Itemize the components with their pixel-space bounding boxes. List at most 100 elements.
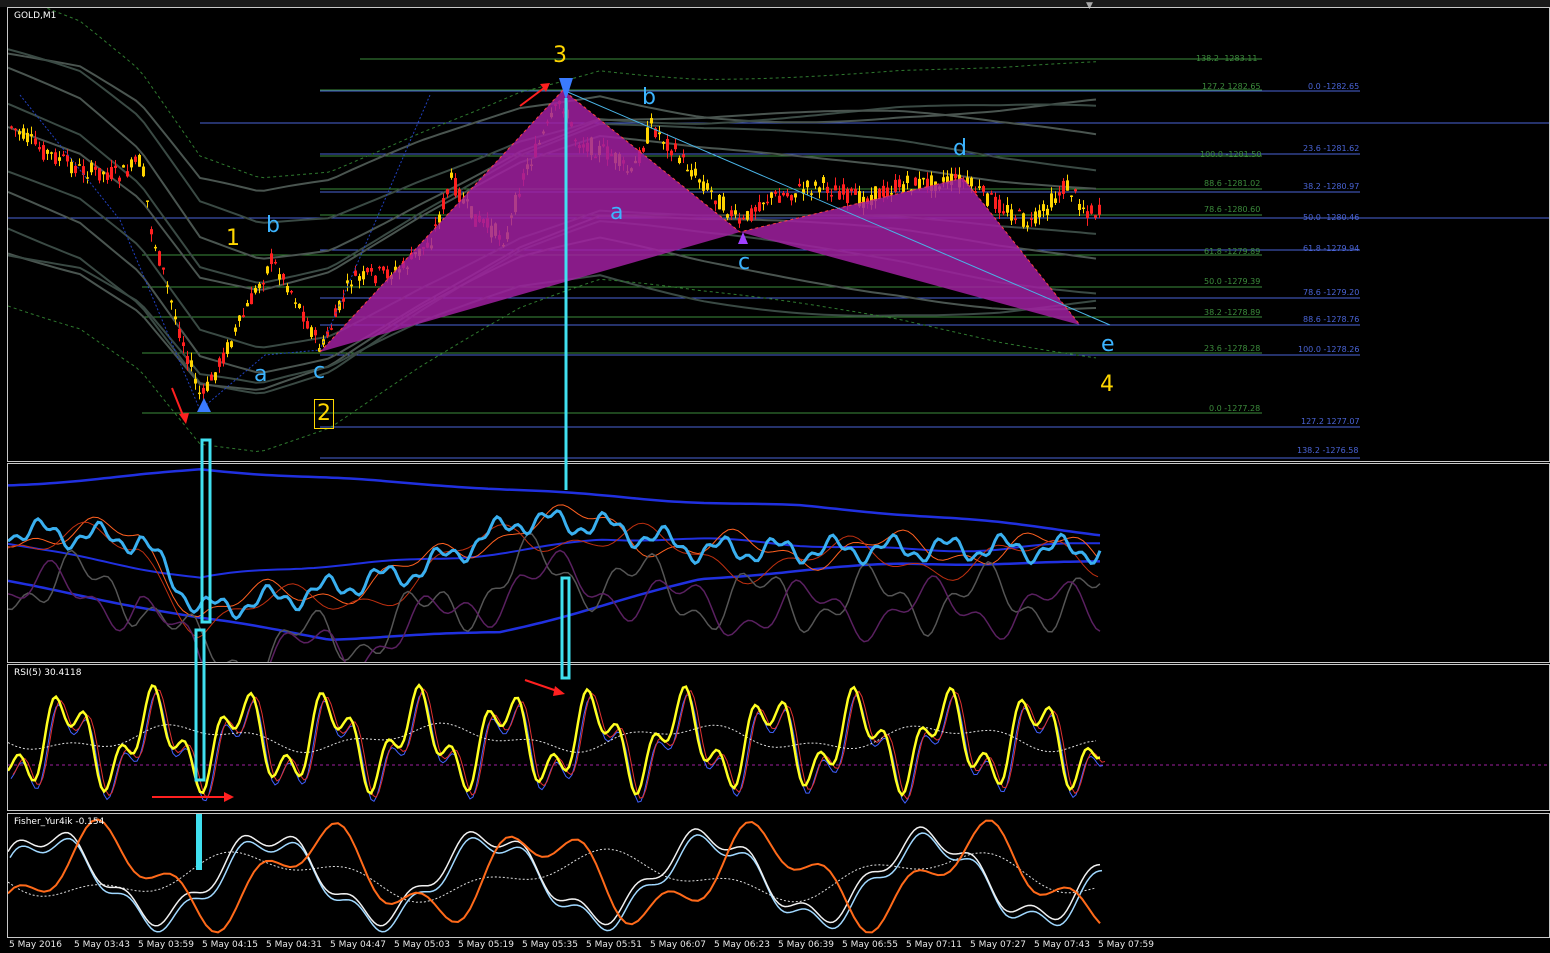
wave-label-4: 4 [1100, 372, 1114, 397]
candle-body [274, 261, 277, 264]
candle-body [922, 177, 925, 180]
fisher-histogram-bar [42, 876, 45, 891]
candle-body [906, 175, 909, 184]
fisher-histogram-bar [682, 876, 685, 892]
fisher-histogram-bar [922, 876, 925, 906]
fisher-histogram-bar [918, 876, 921, 909]
candle-body [22, 128, 25, 139]
fisher-histogram-bar [638, 869, 641, 876]
candle-body [1038, 210, 1041, 218]
fisher-histogram-bar [406, 851, 409, 876]
candle-body [842, 184, 845, 195]
candle-body [646, 127, 649, 144]
fisher-histogram-bar [546, 876, 549, 880]
candle-body [994, 196, 997, 209]
fisher-histogram-bar [938, 876, 941, 893]
fisher-histogram-bar [38, 876, 41, 891]
harmonic-pattern-left [320, 90, 740, 352]
fisher-histogram-bar [674, 876, 677, 879]
candle-body [38, 146, 41, 150]
fisher-histogram-bar [262, 876, 265, 896]
candle-body [58, 157, 61, 161]
candle-body [266, 266, 269, 274]
fisher-histogram-bar [686, 876, 689, 898]
fisher-histogram-bar [270, 876, 273, 906]
fisher-histogram-bar [1098, 874, 1101, 876]
candle-body [102, 171, 105, 175]
fisher-histogram-bar [382, 838, 385, 876]
fib-left-label: 38.2 -1278.89 [1204, 308, 1261, 317]
candle-body [354, 270, 357, 276]
fisher-histogram-bar [326, 868, 329, 876]
candle-body [782, 193, 785, 196]
fisher-histogram-bar [458, 876, 461, 878]
fisher-histogram-bar [226, 876, 229, 889]
candle-body [878, 188, 881, 198]
fisher-histogram-bar [18, 876, 21, 899]
fisher-histogram-bar [578, 857, 581, 876]
fisher-histogram-bar [890, 876, 893, 884]
cyan-marker-box [560, 576, 571, 680]
candle-body [694, 168, 697, 176]
fisher-histogram-bar [1030, 851, 1033, 876]
candle-body [310, 327, 313, 337]
candle-body [182, 342, 185, 347]
fisher-histogram-bar [334, 868, 337, 876]
fisher-histogram-bar [418, 869, 421, 876]
fisher-title: Fisher_Yur4ik -0.154 [14, 817, 105, 827]
fisher-histogram-bar [810, 839, 813, 876]
fisher-histogram-bar [822, 848, 825, 876]
fisher-histogram-bar [106, 869, 109, 876]
fib-left-label: 127.2 1282.65 [1202, 82, 1261, 91]
fisher-histogram-bar [258, 876, 261, 891]
candle-body [42, 145, 45, 160]
fisher-histogram-bar [142, 864, 145, 876]
candle-body [770, 192, 773, 198]
candle-body [314, 329, 317, 336]
candle-body [14, 128, 17, 131]
candle-body [978, 186, 981, 188]
fisher-histogram-bar [386, 836, 389, 876]
fib-right-label: 0.0 -1282.65 [1308, 82, 1360, 91]
fisher-histogram-bar [286, 876, 289, 915]
time-axis-label: 5 May 03:43 [74, 940, 130, 950]
main-chart-title: GOLD,M1 [14, 11, 57, 21]
fisher-histogram-bar [86, 876, 89, 904]
fisher-histogram-bar [298, 876, 301, 904]
fisher-histogram-bar [150, 862, 153, 876]
candle-body [766, 201, 769, 204]
time-axis-label: 5 May 05:19 [458, 940, 514, 950]
fisher-histogram-bar [610, 843, 613, 876]
candle-body [370, 268, 373, 272]
wave-label-e: e [1101, 332, 1115, 357]
time-axis-label: 5 May 05:35 [522, 940, 578, 950]
candle-body [190, 360, 193, 367]
fisher-histogram-bar [510, 876, 513, 903]
fisher-histogram-bar [1034, 854, 1037, 876]
candle-body [246, 303, 249, 307]
candle-body [898, 179, 901, 188]
fisher-histogram-bar [826, 852, 829, 876]
candle-body [674, 143, 677, 150]
candle-body [50, 152, 53, 154]
fisher-histogram-bar [518, 876, 521, 891]
fisher-histogram-bar [1002, 858, 1005, 876]
candle-body [846, 189, 849, 204]
fisher-histogram-bar [430, 876, 433, 879]
candle-body [642, 147, 645, 152]
fisher-histogram-bar [622, 859, 625, 876]
fisher-histogram-bar [658, 865, 661, 876]
rsi-title: RSI(5) 30.4118 [14, 668, 82, 678]
fisher-histogram-bar [914, 876, 917, 910]
fisher-histogram-bar [342, 870, 345, 876]
candle-body [750, 208, 753, 221]
red-arrowhead [224, 792, 234, 802]
fisher-histogram-bar [266, 876, 269, 901]
candle-body [74, 165, 77, 174]
fisher-histogram-bar [554, 876, 557, 882]
candle-body [1034, 211, 1037, 224]
candle-body [970, 177, 973, 187]
candle-body [918, 178, 921, 190]
fisher-histogram-bar [850, 861, 853, 876]
fisher-histogram-bar [522, 876, 525, 886]
